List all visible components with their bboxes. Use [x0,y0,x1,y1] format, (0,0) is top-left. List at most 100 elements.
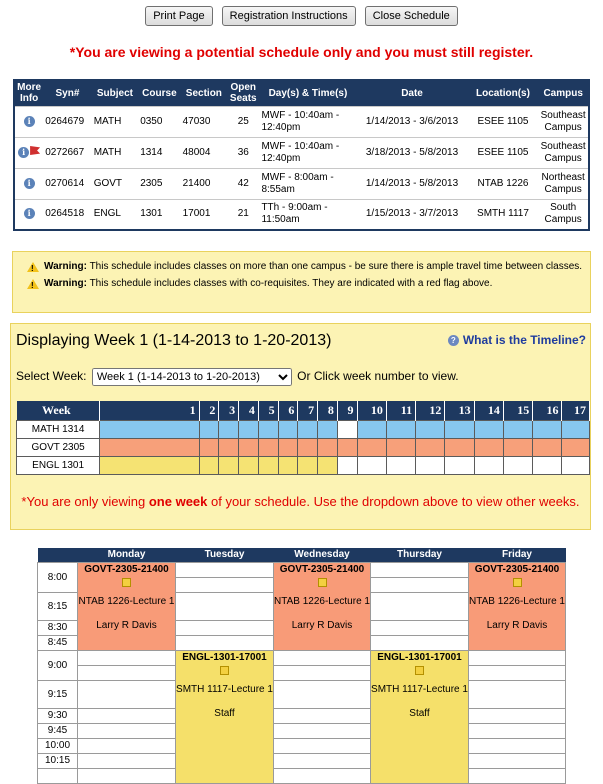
timeline-row-math: MATH 1314 [15,419,590,439]
col-section: Section [180,80,228,106]
lock-icon [220,665,229,675]
date-cell: 3/18/2013 - 5/8/2013 [356,136,468,168]
corequisite-flag-icon [30,146,41,155]
info-icon[interactable]: i [23,115,35,127]
top-button-bar: Print Page Registration Instructions Clo… [0,6,603,26]
potential-schedule-notice: *You are viewing a potential schedule on… [69,44,534,60]
time-slot: 9:15 [37,679,78,709]
section-cell: 47030 [180,105,228,137]
timeline-box: Displaying Week 1 (1-14-2013 to 1-20-201… [10,323,591,530]
week-17-link[interactable]: 17 [561,401,590,420]
syn-cell: 0264679 [43,105,92,137]
class-block-govt-wednesday[interactable]: GOVT-2305-21400 NTAB 1226-Lecture 1 Larry… [273,561,371,651]
time-slot: 8:45 [37,634,78,651]
week-select[interactable]: Week 1 (1-14-2013 to 1-20-2013) [91,368,292,386]
registration-instructions-button[interactable]: Registration Instructions [221,6,356,26]
col-more-info: More Info [14,80,44,106]
time-slot: 9:00 [37,649,78,681]
date-cell: 1/14/2013 - 3/6/2013 [356,105,468,137]
week-selector: Select Week: Week 1 (1-14-2013 to 1-20-2… [16,368,459,386]
info-icon[interactable]: i [23,208,35,220]
timeline-row-govt: GOVT 2305 [15,437,590,457]
syn-cell: 0272667 [43,136,92,168]
date-cell: 1/15/2013 - 3/7/2013 [356,198,468,230]
lock-icon [512,577,522,587]
week-5-link[interactable]: 5 [258,401,279,420]
time-slot: 10:15 [37,752,78,769]
close-schedule-button[interactable]: Close Schedule [364,6,458,26]
section-cell: 21400 [180,167,228,199]
col-subject: Subject [91,80,139,106]
week-7-link[interactable]: 7 [297,401,319,420]
print-page-button[interactable]: Print Page [145,6,213,26]
class-block-govt-friday[interactable]: GOVT-2305-21400 NTAB 1226-Lecture 1 Larry… [468,561,566,651]
subject-cell: MATH [91,105,139,137]
week-12-link[interactable]: 12 [415,401,446,420]
lock-icon [317,577,327,587]
subject-cell: ENGL [91,198,139,230]
campus-cell: Southeast Campus [538,136,589,168]
table-row: i 0272667 MATH 1314 48004 36 MWF - 10:40… [14,136,589,168]
course-cell: 1301 [138,198,181,230]
class-block-engl-tuesday[interactable]: ENGL-1301-17001 SMTH 1117-Lecture 1 Staff [175,649,274,784]
date-cell: 1/14/2013 - 5/8/2013 [356,167,468,199]
timeline-row-label: MATH 1314 [15,419,101,439]
day-tuesday: Tuesday [175,548,274,562]
days-cell: MWF - 8:00am - 8:55am [259,167,357,199]
course-table: More Info Syn# Subject Course Section Op… [13,79,590,231]
week-header: Week [16,401,101,420]
location-cell: ESEE 1105 [467,105,539,137]
warning-icon [27,262,39,272]
campus-cell: Southeast Campus [538,105,589,137]
what-is-timeline-link[interactable]: ? What is the Timeline? [447,333,586,347]
day-monday: Monday [77,548,176,562]
class-block-govt-monday[interactable]: GOVT-2305-21400 NTAB 1226-Lecture 1 Larry… [77,561,176,651]
week-16-link[interactable]: 16 [532,401,563,420]
week-15-link[interactable]: 15 [503,401,534,420]
week-14-link[interactable]: 14 [474,401,504,420]
day-wednesday: Wednesday [273,548,371,562]
week-6-link[interactable]: 6 [278,401,299,420]
seats-cell: 36 [227,136,260,168]
week-9-link[interactable]: 9 [337,401,358,420]
section-cell: 48004 [180,136,228,168]
week-2-link[interactable]: 2 [199,401,220,420]
warning-campus: Warning: This schedule includes classes … [27,260,584,273]
lock-icon [122,577,131,587]
location-cell: ESEE 1105 [467,136,539,168]
time-slot: 8:15 [37,591,78,621]
week-1-link[interactable]: 1 [99,401,200,420]
course-cell: 2305 [138,167,181,199]
class-block-engl-thursday[interactable]: ENGL-1301-17001 SMTH 1117-Lecture 1 Staff [370,649,469,784]
location-cell: NTAB 1226 [467,167,539,199]
course-cell: 1314 [138,136,181,168]
lock-icon [415,665,424,675]
week-8-link[interactable]: 8 [317,401,338,420]
weekly-calendar: Monday Tuesday Wednesday Thursday Friday… [37,548,566,784]
subject-cell: MATH [91,136,139,168]
course-table-header: More Info Syn# Subject Course Section Op… [14,80,589,106]
warning-corequisite: Warning: This schedule includes classes … [27,277,584,290]
info-icon[interactable]: i [23,177,35,189]
table-row: i 0264518 ENGL 1301 17001 21 TTh - 9:00a… [14,198,589,230]
table-row: i 0270614 GOVT 2305 21400 42 MWF - 8:00a… [14,167,589,199]
section-cell: 17001 [180,198,228,230]
week-3-link[interactable]: 3 [218,401,240,420]
timeline-row-label: ENGL 1301 [15,455,101,475]
week-13-link[interactable]: 13 [444,401,475,420]
col-date: Date [356,80,468,106]
info-icon[interactable]: i [18,147,30,158]
click-week-hint: Or Click week number to view. [297,369,459,383]
col-syn: Syn# [43,80,92,106]
day-thursday: Thursday [370,548,469,562]
days-cell: MWF - 10:40am - 12:40pm [259,136,357,168]
week-timeline-grid: Week 1 2 3 4 5 6 7 8 9 10 11 12 13 14 15… [15,401,590,475]
warning-box: Warning: This schedule includes classes … [12,251,591,313]
week-11-link[interactable]: 11 [386,401,417,420]
time-slot: 9:30 [37,707,78,724]
week-10-link[interactable]: 10 [357,401,387,420]
days-cell: TTh - 9:00am - 11:50am [259,198,357,230]
week-4-link[interactable]: 4 [238,401,259,420]
time-slot: 9:45 [37,722,78,739]
time-slot: 10:00 [37,737,78,754]
